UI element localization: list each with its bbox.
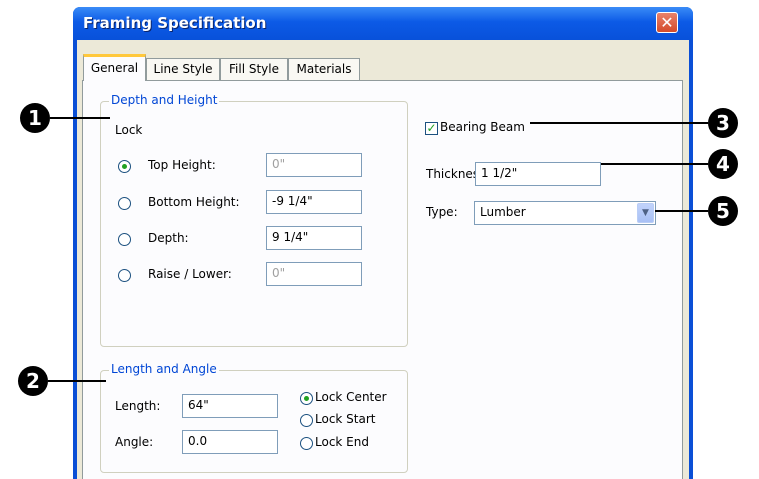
type-label: Type: bbox=[426, 205, 458, 219]
callout-1-leader bbox=[50, 117, 110, 119]
callout-2: 2 bbox=[18, 366, 48, 396]
length-label: Length: bbox=[115, 399, 161, 413]
callout-3: 3 bbox=[708, 108, 738, 138]
lock-start-label: Lock Start bbox=[315, 412, 376, 426]
angle-label: Angle: bbox=[115, 435, 154, 449]
bearing-beam-label: Bearing Beam bbox=[440, 120, 525, 134]
raise-lower-field[interactable]: 0" bbox=[266, 262, 362, 286]
bottom-height-radio[interactable] bbox=[118, 197, 131, 210]
thickness-field[interactable]: 1 1/2" bbox=[475, 162, 601, 186]
lock-start-radio[interactable] bbox=[300, 414, 313, 427]
depth-radio[interactable] bbox=[118, 233, 131, 246]
raise-lower-label: Raise / Lower: bbox=[148, 267, 232, 281]
raise-lower-radio[interactable] bbox=[118, 269, 131, 282]
bottom-height-field[interactable]: -9 1/4" bbox=[266, 190, 362, 214]
depth-height-legend: Depth and Height bbox=[109, 93, 220, 107]
title-bar[interactable]: Framing Specification ✕ bbox=[73, 7, 693, 40]
close-button[interactable]: ✕ bbox=[656, 12, 678, 33]
lock-end-radio[interactable] bbox=[300, 437, 313, 450]
depth-label: Depth: bbox=[148, 231, 189, 245]
lock-center-label: Lock Center bbox=[315, 390, 387, 404]
top-height-label: Top Height: bbox=[148, 158, 216, 172]
callout-4-leader bbox=[601, 163, 708, 165]
length-field[interactable]: 64" bbox=[182, 394, 278, 418]
type-dropdown-value: Lumber bbox=[480, 205, 526, 219]
callout-4: 4 bbox=[708, 149, 738, 179]
callout-2-leader bbox=[48, 380, 106, 382]
callout-1: 1 bbox=[20, 103, 50, 133]
callout-3-leader bbox=[530, 122, 708, 124]
tab-fill-style[interactable]: Fill Style bbox=[220, 58, 288, 80]
tab-line-style[interactable]: Line Style bbox=[146, 58, 220, 80]
general-tab-panel: Depth and Height Lock Top Height: 0" Bot… bbox=[82, 80, 683, 479]
bearing-beam-checkbox[interactable]: ✓ bbox=[425, 122, 438, 135]
close-icon: ✕ bbox=[660, 13, 674, 32]
tab-general[interactable]: General bbox=[83, 54, 146, 81]
window-title: Framing Specification bbox=[83, 14, 267, 32]
depth-field[interactable]: 9 1/4" bbox=[266, 226, 362, 250]
dialog-window: Framing Specification ✕ General Line Sty… bbox=[73, 7, 693, 479]
top-height-radio[interactable] bbox=[118, 160, 131, 173]
callout-5: 5 bbox=[708, 196, 738, 226]
length-angle-group: Length and Angle Length: 64" Angle: 0.0 … bbox=[100, 362, 408, 473]
bottom-height-label: Bottom Height: bbox=[148, 195, 240, 209]
angle-field[interactable]: 0.0 bbox=[182, 430, 278, 454]
chevron-down-icon[interactable]: ▼ bbox=[637, 203, 654, 223]
length-angle-legend: Length and Angle bbox=[109, 362, 219, 376]
depth-height-group: Depth and Height Lock Top Height: 0" Bot… bbox=[100, 93, 408, 347]
lock-end-label: Lock End bbox=[315, 435, 369, 449]
callout-5-leader bbox=[655, 210, 708, 212]
tab-materials[interactable]: Materials bbox=[288, 58, 360, 80]
dialog-client-area: General Line Style Fill Style Materials … bbox=[77, 40, 689, 479]
top-height-field[interactable]: 0" bbox=[266, 153, 362, 177]
type-dropdown[interactable]: Lumber ▼ bbox=[474, 201, 656, 225]
lock-center-radio[interactable] bbox=[300, 392, 313, 405]
lock-label: Lock bbox=[115, 123, 143, 137]
